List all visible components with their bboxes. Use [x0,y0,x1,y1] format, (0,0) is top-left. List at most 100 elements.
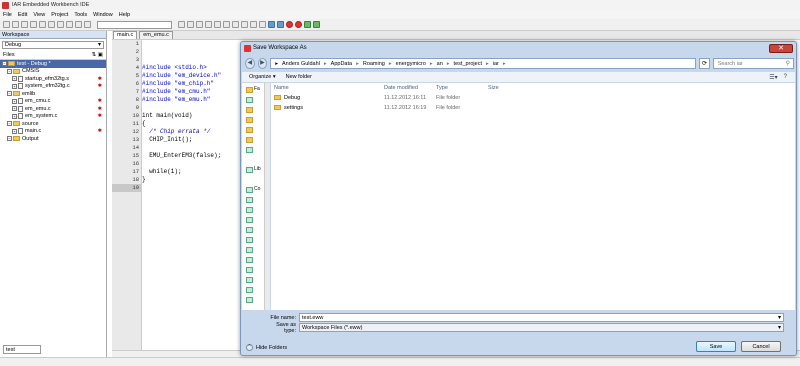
next-bookmark-icon[interactable] [223,21,230,28]
save-all-icon[interactable] [30,21,37,28]
expand-icon[interactable]: + [12,113,17,119]
expand-icon[interactable]: − [7,121,12,127]
places-icon[interactable] [246,137,253,143]
drive-icon[interactable] [246,237,253,243]
tree-item[interactable]: − Output [0,135,106,143]
places-icon[interactable] [246,147,253,153]
address-bar[interactable]: ▸ Anders Guldahl ▸ AppData ▸ Roaming ▸ energymi… [270,58,697,69]
breadcrumb-item[interactable]: an [437,59,443,69]
new-file-icon[interactable] [3,21,10,28]
breadcrumb-item[interactable]: AppData [331,59,352,69]
configuration-select[interactable]: Debug [2,41,104,49]
tree-item[interactable]: + startup_efm32tg.s ✱ [0,75,106,83]
breakpoint-icon[interactable] [295,21,302,28]
tree-item[interactable]: − emlib [0,90,106,98]
undo-icon[interactable] [75,21,82,28]
breadcrumb-item[interactable]: Anders Guldahl [282,59,320,69]
compile-icon[interactable] [268,21,275,28]
file-name-input[interactable]: test.eww [299,313,784,322]
menu-tools[interactable]: Tools [74,12,87,18]
expand-icon[interactable]: + [12,128,17,134]
file-row[interactable]: settings 11.12.2012 16:19 File folder [271,103,795,113]
print-icon[interactable] [39,21,46,28]
stop-build-icon[interactable] [286,21,293,28]
paste-icon[interactable] [66,21,73,28]
tree-item[interactable]: + em_cmu.c ✱ [0,98,106,106]
editor-tab[interactable]: main.c [113,31,138,39]
goto-definition-icon[interactable] [241,21,248,28]
drive-icon[interactable] [246,277,253,283]
bookmark-icon[interactable] [214,21,221,28]
drive-icon[interactable] [246,267,253,273]
nav-scrollbar[interactable] [264,83,270,310]
find-next-icon[interactable] [187,21,194,28]
organize-button[interactable]: Organize ▾ [249,74,276,80]
tree-item[interactable]: − CMSIS [0,68,106,76]
recent-places-icon[interactable] [246,117,253,123]
tree-item[interactable]: − test - Debug * [0,60,106,68]
column-header-size[interactable]: Size [485,85,525,91]
refresh-icon[interactable]: ⟳ [699,58,710,69]
goto-icon[interactable] [205,21,212,28]
expand-icon[interactable]: + [12,76,17,82]
help-icon[interactable]: ? [784,74,787,81]
search-input[interactable]: Search iar [712,58,794,69]
file-row[interactable]: Debug 11.12.2012 16:11 File folder [271,93,795,103]
expand-icon[interactable]: − [7,136,12,142]
debug-without-download-icon[interactable] [313,21,320,28]
view-menu-icon[interactable]: ☰▾ [769,74,777,81]
drive-icon[interactable] [246,227,253,233]
menu-help[interactable]: Help [119,12,130,18]
download-debug-icon[interactable] [304,21,311,28]
drive-icon[interactable] [246,297,253,303]
nav-back-icon[interactable] [250,21,257,28]
expand-icon[interactable]: − [7,68,12,74]
breadcrumb-item[interactable]: test_project [454,59,482,69]
drive-icon[interactable] [246,207,253,213]
tree-item[interactable]: + em_emu.c ✱ [0,105,106,113]
find-combo[interactable] [97,20,172,29]
downloads-icon[interactable] [246,107,253,113]
menu-view[interactable]: View [33,12,45,18]
save-icon[interactable] [21,21,28,28]
make-icon[interactable] [277,21,284,28]
tree-item[interactable]: + main.c ✱ [0,128,106,136]
redo-icon[interactable] [84,21,91,28]
workspace-tab-test[interactable]: test [3,345,41,354]
breadcrumb-item[interactable]: iar [493,59,499,69]
cut-icon[interactable] [48,21,55,28]
drive-icon[interactable] [246,247,253,253]
nav-label[interactable]: Co [254,186,260,192]
favorites-star-icon[interactable] [246,87,253,93]
back-arrow-icon[interactable]: ◀ [245,58,255,69]
tree-item[interactable]: − source [0,120,106,128]
editor-tab[interactable]: em_emu.c [139,31,173,39]
breadcrumb-item[interactable]: Roaming [363,59,385,69]
libraries-icon[interactable] [246,167,253,173]
forward-arrow-icon[interactable]: ▶ [257,58,268,69]
breadcrumb-item[interactable]: energymicro [396,59,426,69]
nav-label[interactable]: Lib [254,166,261,172]
expand-icon[interactable]: − [7,91,12,97]
drive-icon[interactable] [246,197,253,203]
column-header-type[interactable]: Type [433,85,485,91]
computer-icon[interactable] [246,187,253,193]
nav-forward-icon[interactable] [259,21,266,28]
menu-project[interactable]: Project [51,12,68,18]
tree-item[interactable]: + em_system.c ✱ [0,113,106,121]
open-icon[interactable] [12,21,19,28]
menu-window[interactable]: Window [93,12,113,18]
tree-item[interactable]: + system_efm32tg.c ✱ [0,83,106,91]
column-header-name[interactable]: Name [271,85,381,91]
expand-icon[interactable]: − [2,61,7,67]
close-button[interactable]: ✕ [769,44,793,53]
expand-icon[interactable]: + [12,83,17,89]
menu-edit[interactable]: Edit [18,12,27,18]
places-icon[interactable] [246,127,253,133]
copy-icon[interactable] [57,21,64,28]
nav-label[interactable]: Fa [254,86,260,92]
desktop-icon[interactable] [246,97,253,103]
save-button[interactable]: Save [696,341,736,352]
new-folder-button[interactable]: New folder [286,74,312,80]
column-header-date-modified[interactable]: Date modified [381,85,433,91]
